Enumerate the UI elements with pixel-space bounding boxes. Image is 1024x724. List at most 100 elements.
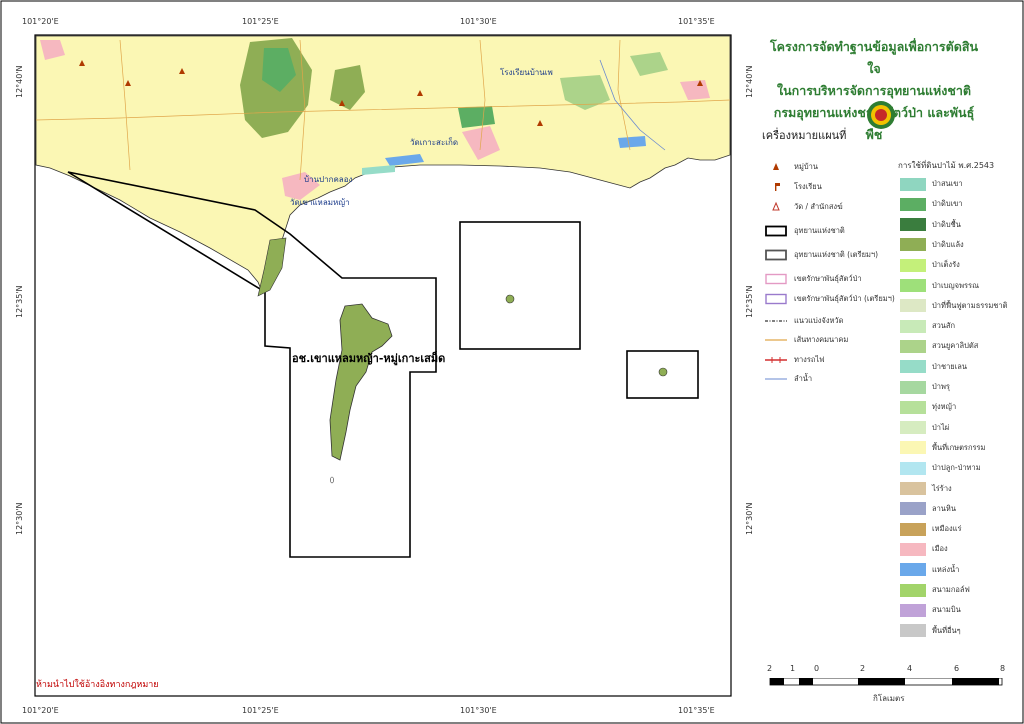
landuse-item-label: ป่าดิบชื้น — [932, 219, 961, 229]
scale-unit: กิโลเมตร — [873, 694, 905, 703]
tick-label: 101°35'E — [678, 17, 715, 26]
landuse-item-label: สนามบิน — [932, 605, 961, 615]
landuse-swatch — [900, 522, 926, 536]
landuse-swatch — [900, 258, 926, 272]
legend-item-label: ทางรถไฟ — [794, 355, 825, 364]
place-label: วัดเขาแหลมหญ้า — [290, 198, 350, 207]
landuse-swatch — [900, 461, 926, 475]
landuse-item-label: พื้นที่เกษตรกรรม — [932, 442, 986, 452]
department-emblem-icon — [867, 101, 895, 129]
scale-number: 6 — [954, 664, 960, 673]
scale-number: 4 — [907, 664, 913, 673]
legend-item-label: อุทยานแห่งชาติ — [794, 226, 845, 235]
map-area[interactable]: อช.เขาแหลมหญ้า-หมู่เกาะเสม็ด วัดเขาแหลมห… — [34, 34, 732, 697]
tick-label: 101°25'E — [242, 706, 279, 715]
landuse-item: สนามกอล์ฟ — [900, 583, 970, 597]
landuse-item: ป่าปลูก-ป่าทาม — [900, 461, 981, 475]
landuse-item: สวนสัก — [900, 319, 955, 333]
proposed-sanctuary-icon — [764, 293, 788, 305]
title-line: ในการบริหารจัดการอุทยานแห่งชาติ — [777, 83, 971, 98]
landuse-swatch — [900, 441, 926, 455]
landuse-swatch — [900, 299, 926, 313]
landuse-item: ป่าที่ฟื้นฟูตามธรรมชาติ — [900, 299, 1007, 313]
landuse-swatch — [900, 319, 926, 333]
legend-panel: โครงการจัดทำฐานข้อมูลเพื่อการตัดสินใจ ใน… — [742, 22, 1012, 712]
tick-label: 101°35'E — [678, 706, 715, 715]
water-body-2 — [618, 136, 646, 148]
landuse-item: ป่าดิบเขา — [900, 197, 963, 211]
village-triangle-icon — [764, 161, 788, 173]
legend-item: เส้นทางคมนาคม — [764, 333, 848, 347]
legend-item: เขตรักษาพันธุ์สัตว์ป่า (เตรียมฯ) — [764, 292, 895, 306]
legend-item: อุทยานแห่งชาติ — [764, 224, 845, 238]
landuse-item: ป่าชายเลน — [900, 360, 967, 374]
title-line: โครงการจัดทำฐานข้อมูลเพื่อการตัดสินใจ — [769, 39, 979, 76]
landuse-item-label: ป่าไผ่ — [932, 422, 950, 432]
landuse-item-label: ป่าพรุ — [932, 382, 950, 391]
landuse-item: ป่าสนเขา — [900, 177, 963, 191]
legend-item: วัด / สำนักสงฆ์ — [764, 200, 843, 214]
landuse-swatch — [900, 502, 926, 516]
landuse-item-label: ป่าที่ฟื้นฟูตามธรรมชาติ — [932, 300, 1008, 310]
road-line-icon — [764, 334, 788, 346]
landuse-item-label: แหล่งน้ำ — [932, 564, 960, 574]
landuse-item: ลานหิน — [900, 502, 956, 516]
landuse-item-label: ป่าดิบแล้ง — [932, 239, 964, 249]
landuse-item: สนามบิน — [900, 603, 961, 617]
landuse-swatch — [900, 400, 926, 414]
landuse-item: เหมืองแร่ — [900, 522, 961, 536]
landuse-item-label: ป่าปลูก-ป่าทาม — [932, 463, 981, 473]
landuse-heading: การใช้ที่ดินปาไม้ พ.ศ.2543 — [898, 161, 995, 170]
landuse-item: ป่าดิบชื้น — [900, 218, 961, 232]
landuse-swatch — [900, 583, 926, 597]
scale-number: 2 — [860, 664, 866, 673]
tick-label: 12°30'N — [15, 502, 24, 535]
tick-label: 101°20'E — [22, 706, 59, 715]
place-label: วัดเกาะสะเก็ด — [410, 137, 458, 147]
legend-item: อุทยานแห่งชาติ (เตรียมฯ) — [764, 248, 878, 262]
landuse-swatch — [900, 279, 926, 292]
scale-number: 0 — [814, 664, 820, 673]
temple-triangle-icon — [764, 201, 788, 213]
legend-heading: เครื่องหมายแผนที่ — [762, 129, 847, 142]
landuse-swatch — [900, 197, 926, 211]
landuse-item-label: ลานหิน — [932, 503, 957, 513]
tick-label: 101°30'E — [460, 17, 497, 26]
scale-number: 1 — [790, 664, 796, 673]
landuse-swatch — [900, 542, 926, 556]
legend-item: หมู่บ้าน — [764, 160, 818, 174]
legend-item-label: เส้นทางคมนาคม — [794, 335, 849, 344]
tick-label: 12°35'N — [15, 285, 24, 318]
landuse-swatch — [900, 421, 926, 435]
landuse-item-label: เหมืองแร่ — [932, 524, 962, 534]
tick-label: 101°20'E — [22, 17, 59, 26]
tick-label: 101°30'E — [460, 706, 497, 715]
province-boundary-icon — [764, 315, 788, 327]
place-label: โรงเรียนบ้านเพ — [500, 67, 553, 77]
landuse-swatch — [900, 482, 926, 495]
wildlife-sanctuary-icon — [764, 273, 788, 285]
landuse-item: ป่าเบญจพรรณ — [900, 279, 979, 293]
landuse-item: ป่าพรุ — [900, 380, 950, 394]
legend-item-label: เขตรักษาพันธุ์สัตว์ป่า — [794, 274, 862, 283]
legend-item: เขตรักษาพันธุ์สัตว์ป่า — [764, 272, 862, 286]
scale-bar: 2 1 0 2 4 6 8 กิโลเมตร — [766, 664, 1006, 704]
park-label: อช.เขาแหลมหญ้า-หมู่เกาะเสม็ด — [292, 351, 445, 366]
legend-item-label: วัด / สำนักสงฆ์ — [794, 202, 843, 211]
landuse-item-label: ป่าเบญจพรรณ — [932, 280, 980, 290]
landuse-swatch — [900, 238, 926, 252]
landuse-item-label: ป่าสนเขา — [932, 179, 963, 188]
school-flag-icon — [764, 181, 788, 193]
landuse-item: ไร่ร้าง — [900, 482, 952, 496]
landuse-item: แหล่งน้ำ — [900, 563, 959, 577]
landuse-item-label: ป่าเต็งรัง — [932, 260, 960, 270]
legend-item: โรงเรียน — [764, 180, 822, 194]
legal-warning: ห้ามนำไปใช้อ้างอิงทางกฎหมาย — [36, 680, 159, 690]
landuse-item: ทุ่งหญ้า — [900, 400, 956, 414]
landuse-item: ป่าเต็งรัง — [900, 258, 960, 272]
legend-item-label: อุทยานแห่งชาติ (เตรียมฯ) — [794, 250, 879, 259]
landuse-item-label: พื้นที่อื่นๆ — [932, 625, 961, 635]
landuse-swatch — [900, 603, 926, 617]
legend-item: ลำน้ำ — [764, 372, 812, 386]
legend-item: ทางรถไฟ — [764, 353, 824, 367]
